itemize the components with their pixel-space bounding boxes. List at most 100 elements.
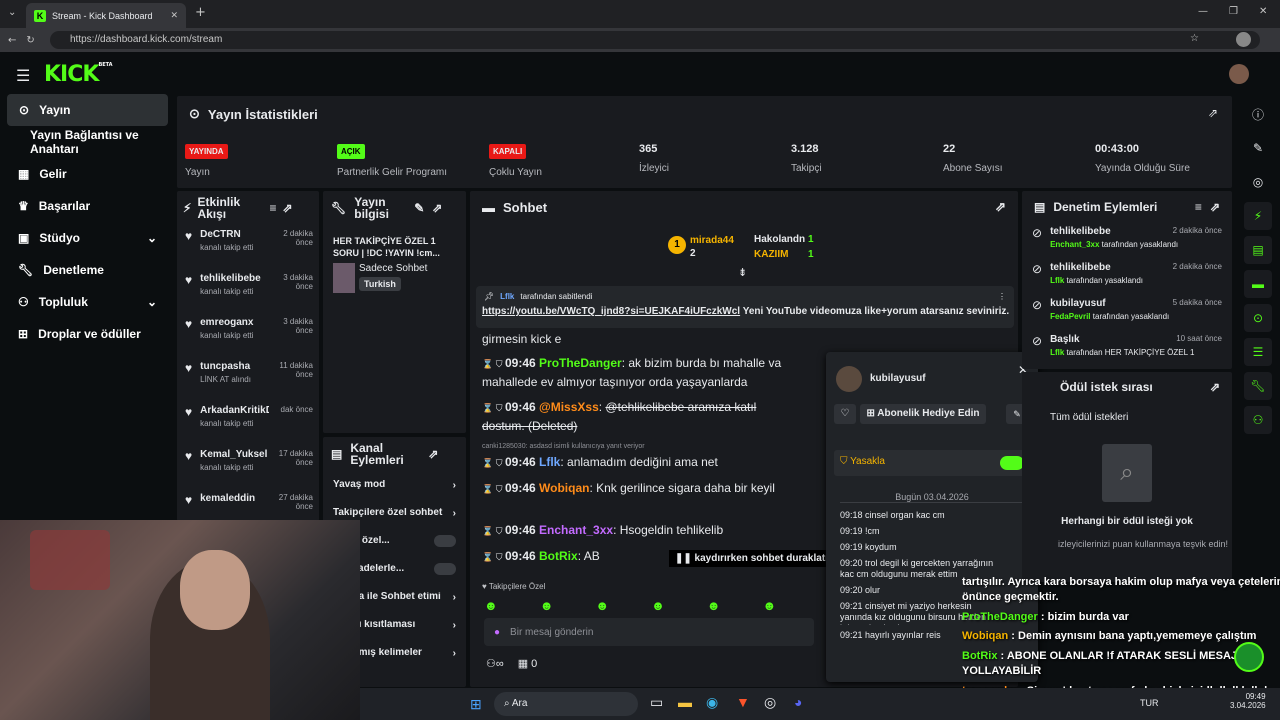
list-item[interactable]: ♥ tehlikelibebe kanalı takip etti 3 dakika …	[177, 269, 319, 313]
tab-list-icon[interactable]: ⌄	[8, 7, 16, 18]
user-avatar[interactable]	[1229, 64, 1249, 84]
list-icon[interactable]: ☰	[1244, 338, 1272, 366]
activity-user[interactable]: Kemal_Yuksel	[200, 449, 269, 460]
close-tab-icon[interactable]: ✕	[170, 11, 178, 21]
chat-message[interactable]: ⌛ ⛉ 09:46 Lflk: anlamadım dediğini ama n…	[482, 455, 812, 469]
popout-icon[interactable]: ⇗	[282, 201, 292, 215]
list-item[interactable]: ♥ kemaleddin 27 dakika önce	[177, 489, 319, 521]
new-tab-icon[interactable]: +	[195, 5, 206, 20]
reload-icon[interactable]: ↻	[26, 35, 34, 46]
mic-icon[interactable]: ●	[494, 627, 500, 638]
chat-message[interactable]: ⌛ ⛉ 09:46 Enchant_3xx: Hsogeldin tehlike…	[482, 523, 812, 537]
sidebar-item-studyo[interactable]: ▣ Stüdyo ⌄	[0, 222, 175, 254]
language-indicator[interactable]: TUR	[1140, 698, 1159, 708]
url-field[interactable]: https://dashboard.kick.com/stream	[50, 31, 1260, 49]
users-icon[interactable]: ⚇∞	[486, 657, 504, 670]
discord-icon[interactable]: ◕	[794, 694, 802, 710]
filter-icon[interactable]: ≡	[269, 201, 276, 215]
pencil-icon[interactable]: ✎	[1244, 134, 1272, 162]
more-icon[interactable]: ⋮	[998, 292, 1006, 301]
edge-icon[interactable]: ◉	[706, 694, 718, 711]
chat-input[interactable]: ● Bir mesaj gönderin	[484, 618, 814, 646]
kick-logo[interactable]: KICKBETA	[44, 62, 113, 87]
menu-icon[interactable]: ☰	[16, 66, 30, 86]
mod-tools-icon[interactable]: ⌛ ⛉	[482, 552, 505, 562]
leader-name[interactable]: mirada44	[690, 235, 734, 246]
edit-icon[interactable]: ✎	[414, 201, 424, 215]
chat-username[interactable]: Wobiqan	[539, 481, 589, 495]
clock[interactable]: 09:49 3.04.2026	[1230, 692, 1266, 710]
chat-username[interactable]: ProTheDanger	[539, 356, 622, 370]
lightning-icon[interactable]: ⚡︎	[1244, 202, 1272, 230]
mod-tools-icon[interactable]: ⌛ ⛉	[482, 484, 505, 494]
window-close-icon[interactable]: ✕	[1259, 6, 1267, 17]
leader-name[interactable]: Hakolandn	[754, 234, 805, 245]
toggle-switch[interactable]	[434, 535, 456, 547]
ban-toggle[interactable]	[1000, 456, 1024, 470]
mod-actor[interactable]: Lflk	[1050, 276, 1064, 285]
windows-start-icon[interactable]: ⊞	[470, 696, 482, 713]
expand-icon[interactable]: ⇟	[738, 266, 747, 279]
category-name[interactable]: Sadece Sohbet	[359, 263, 427, 274]
sidebar-item-gelir[interactable]: ▦ Gelir	[0, 158, 175, 190]
brave-icon[interactable]: ▼	[736, 694, 750, 710]
info-icon[interactable]: ⓘ	[1244, 100, 1272, 128]
chat-icon[interactable]: ▬	[1244, 270, 1272, 298]
popout-icon[interactable]: ⇗	[995, 199, 1006, 215]
filter-icon[interactable]: ≡	[1195, 200, 1202, 214]
minimize-icon[interactable]: —	[1198, 6, 1208, 17]
chat-username[interactable]: Enchant_3xx	[539, 523, 613, 537]
user-card-name[interactable]: kubilayusuf	[870, 373, 926, 384]
calendar-icon[interactable]: ▦ 0	[518, 657, 538, 670]
pinned-link[interactable]: https://youtu.be/VWcTQ_ijnd8?si=UEJKAF4i…	[482, 306, 740, 317]
wrench-icon[interactable]: 🔧︎	[1244, 372, 1272, 400]
moderation-item[interactable]: ⊘ tehlikelibebe 2 dakika önce Lflk tarafınd…	[1022, 259, 1232, 295]
obs-icon[interactable]: ◎	[764, 694, 776, 711]
chat-username[interactable]: @MissXss	[539, 400, 599, 414]
notes-icon[interactable]: ▤	[1244, 236, 1272, 264]
moderation-item[interactable]: ⊘ tehlikelibebe 2 dakika önce Enchant_3xx t…	[1022, 223, 1232, 259]
chat-username[interactable]: Lflk	[539, 455, 560, 469]
file-explorer-icon[interactable]: ▬	[678, 694, 692, 710]
sidebar-item-droplar[interactable]: ⊞ Droplar ve ödüller	[0, 318, 175, 350]
mod-actor[interactable]: FedaPevril	[1050, 312, 1090, 321]
gift-sub-button[interactable]: ⊞ Abonelik Hediye Edin	[860, 404, 986, 424]
camera-icon[interactable]: ◎	[1244, 168, 1272, 196]
pinned-by[interactable]: Lflk	[500, 292, 514, 301]
sidebar-item-yayin[interactable]: ⊙ Yayın	[7, 94, 168, 126]
list-item[interactable]: ♥ emreoganx kanalı takip etti 3 dakika önce	[177, 313, 319, 357]
sidebar-item-denetleme[interactable]: 🔧︎ Denetleme	[0, 254, 175, 286]
popout-icon[interactable]: ⇗	[1210, 380, 1220, 394]
chat-username[interactable]: BotRix	[539, 549, 578, 563]
moderation-item[interactable]: ⊘ Başlık 10 saat önce Lflk tarafından HER T…	[1022, 331, 1232, 367]
emote-icon[interactable]: ☻	[762, 598, 776, 613]
activity-user[interactable]: tuncpasha	[200, 361, 269, 372]
list-item[interactable]: ♥ tuncpasha LİNK AT alındı 11 dakika önce	[177, 357, 319, 401]
community-icon[interactable]: ⚇	[1244, 406, 1272, 434]
activity-user[interactable]: tehlikelibebe	[200, 273, 269, 284]
activity-user[interactable]: emreoganx	[200, 317, 269, 328]
maximize-icon[interactable]: ❐	[1229, 6, 1238, 17]
mod-actor[interactable]: Lflk	[1050, 348, 1064, 357]
sidebar-item-stream-key[interactable]: Yayın Bağlantısı ve Anahtarı	[0, 126, 175, 158]
popout-icon[interactable]: ⇗	[432, 201, 442, 215]
activity-user[interactable]: ArkadanKritikDarbe	[200, 405, 269, 416]
activity-user[interactable]: DeCTRN	[200, 229, 269, 240]
list-item[interactable]: ♥ Kemal_Yuksel kanalı takip etti 17 dakika …	[177, 445, 319, 489]
taskbar-search[interactable]: ⌕ Ara	[494, 692, 638, 716]
mod-tools-icon[interactable]: ⌛ ⛉	[482, 359, 505, 369]
list-item[interactable]: ♥ ArkadanKritikDarbe kanalı takip etti dak …	[177, 401, 319, 445]
mod-target[interactable]: tehlikelibebe	[1050, 262, 1173, 273]
mod-actor[interactable]: Enchant_3xx	[1050, 240, 1099, 249]
mod-tools-icon[interactable]: ⌛ ⛉	[482, 458, 505, 468]
emote-icon[interactable]: ☻	[540, 598, 554, 613]
chat-paused-banner[interactable]: ❚❚ kaydırırken sohbet duraklatıl	[669, 550, 837, 567]
activity-user[interactable]: kemaleddin	[200, 493, 269, 504]
profile-avatar[interactable]	[1236, 32, 1251, 47]
mod-tools-icon[interactable]: ⌛ ⛉	[482, 403, 505, 413]
heart-icon[interactable]: ♡	[834, 404, 856, 424]
mod-target[interactable]: kubilayusuf	[1050, 298, 1173, 309]
chat-message[interactable]: ⌛ ⛉ 09:46 ProTheDanger: ak bizim burda b…	[482, 356, 812, 370]
favorites-icon[interactable]: ☆	[1190, 33, 1199, 44]
emote-icon[interactable]: ☻	[484, 598, 498, 613]
